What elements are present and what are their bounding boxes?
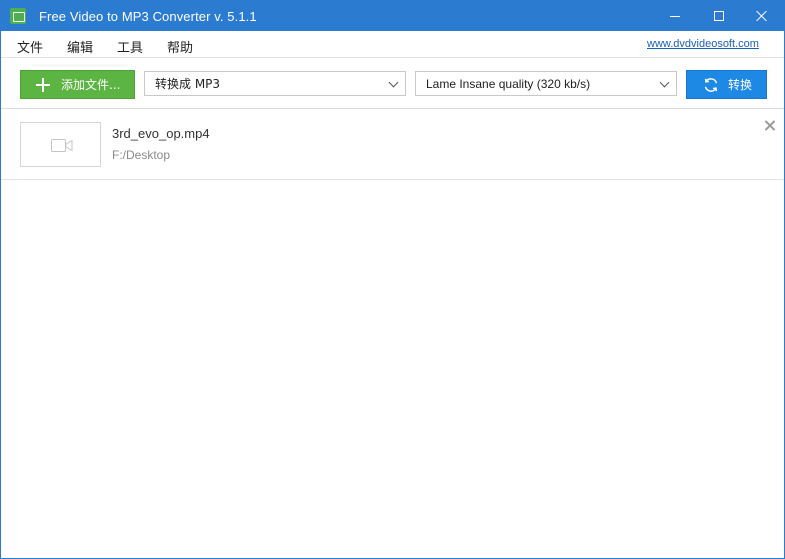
output-format-value: 转换成 MP3 xyxy=(155,77,221,91)
close-icon xyxy=(756,10,768,22)
output-format-select[interactable]: 转换成 MP3 xyxy=(144,71,406,96)
app-logo-icon xyxy=(10,8,26,24)
maximize-icon xyxy=(714,11,724,21)
menu-bar: 文件 编辑 工具 帮助 www.dvdvideosoft.com xyxy=(1,31,784,58)
window-title: Free Video to MP3 Converter v. 5.1.1 xyxy=(39,9,257,24)
app-window: Free Video to MP3 Converter v. 5.1.1 文件 … xyxy=(0,0,785,559)
add-files-button[interactable]: 添加文件... xyxy=(20,70,135,99)
minimize-icon xyxy=(670,15,680,17)
chevron-down-icon xyxy=(659,77,670,88)
maximize-button[interactable] xyxy=(696,1,742,31)
file-thumbnail xyxy=(20,122,101,167)
menu-tools[interactable]: 工具 xyxy=(117,37,143,56)
convert-button[interactable]: 转换 xyxy=(686,70,767,99)
menu-file[interactable]: 文件 xyxy=(17,37,43,56)
file-name: 3rd_evo_op.mp4 xyxy=(112,126,210,141)
remove-file-button[interactable] xyxy=(764,120,776,132)
add-files-label: 添加文件... xyxy=(61,78,121,92)
quality-value: Lame Insane quality (320 kb/s) xyxy=(426,76,591,91)
website-link[interactable]: www.dvdvideosoft.com xyxy=(647,38,759,50)
refresh-icon xyxy=(704,77,718,92)
chevron-down-icon xyxy=(388,77,399,88)
menu-help[interactable]: 帮助 xyxy=(167,37,193,56)
close-button[interactable] xyxy=(739,1,785,31)
file-list-item[interactable]: 3rd_evo_op.mp4 F:/Desktop xyxy=(1,110,784,180)
plus-icon xyxy=(36,77,50,92)
toolbar: 添加文件... 转换成 MP3 Lame Insane quality (320… xyxy=(1,59,784,109)
menu-edit[interactable]: 编辑 xyxy=(67,37,93,56)
file-path: F:/Desktop xyxy=(112,148,171,162)
video-camera-icon xyxy=(51,139,73,152)
quality-select[interactable]: Lame Insane quality (320 kb/s) xyxy=(415,71,677,96)
minimize-button[interactable] xyxy=(652,1,698,31)
title-bar[interactable]: Free Video to MP3 Converter v. 5.1.1 xyxy=(1,1,784,31)
convert-label: 转换 xyxy=(728,78,753,92)
